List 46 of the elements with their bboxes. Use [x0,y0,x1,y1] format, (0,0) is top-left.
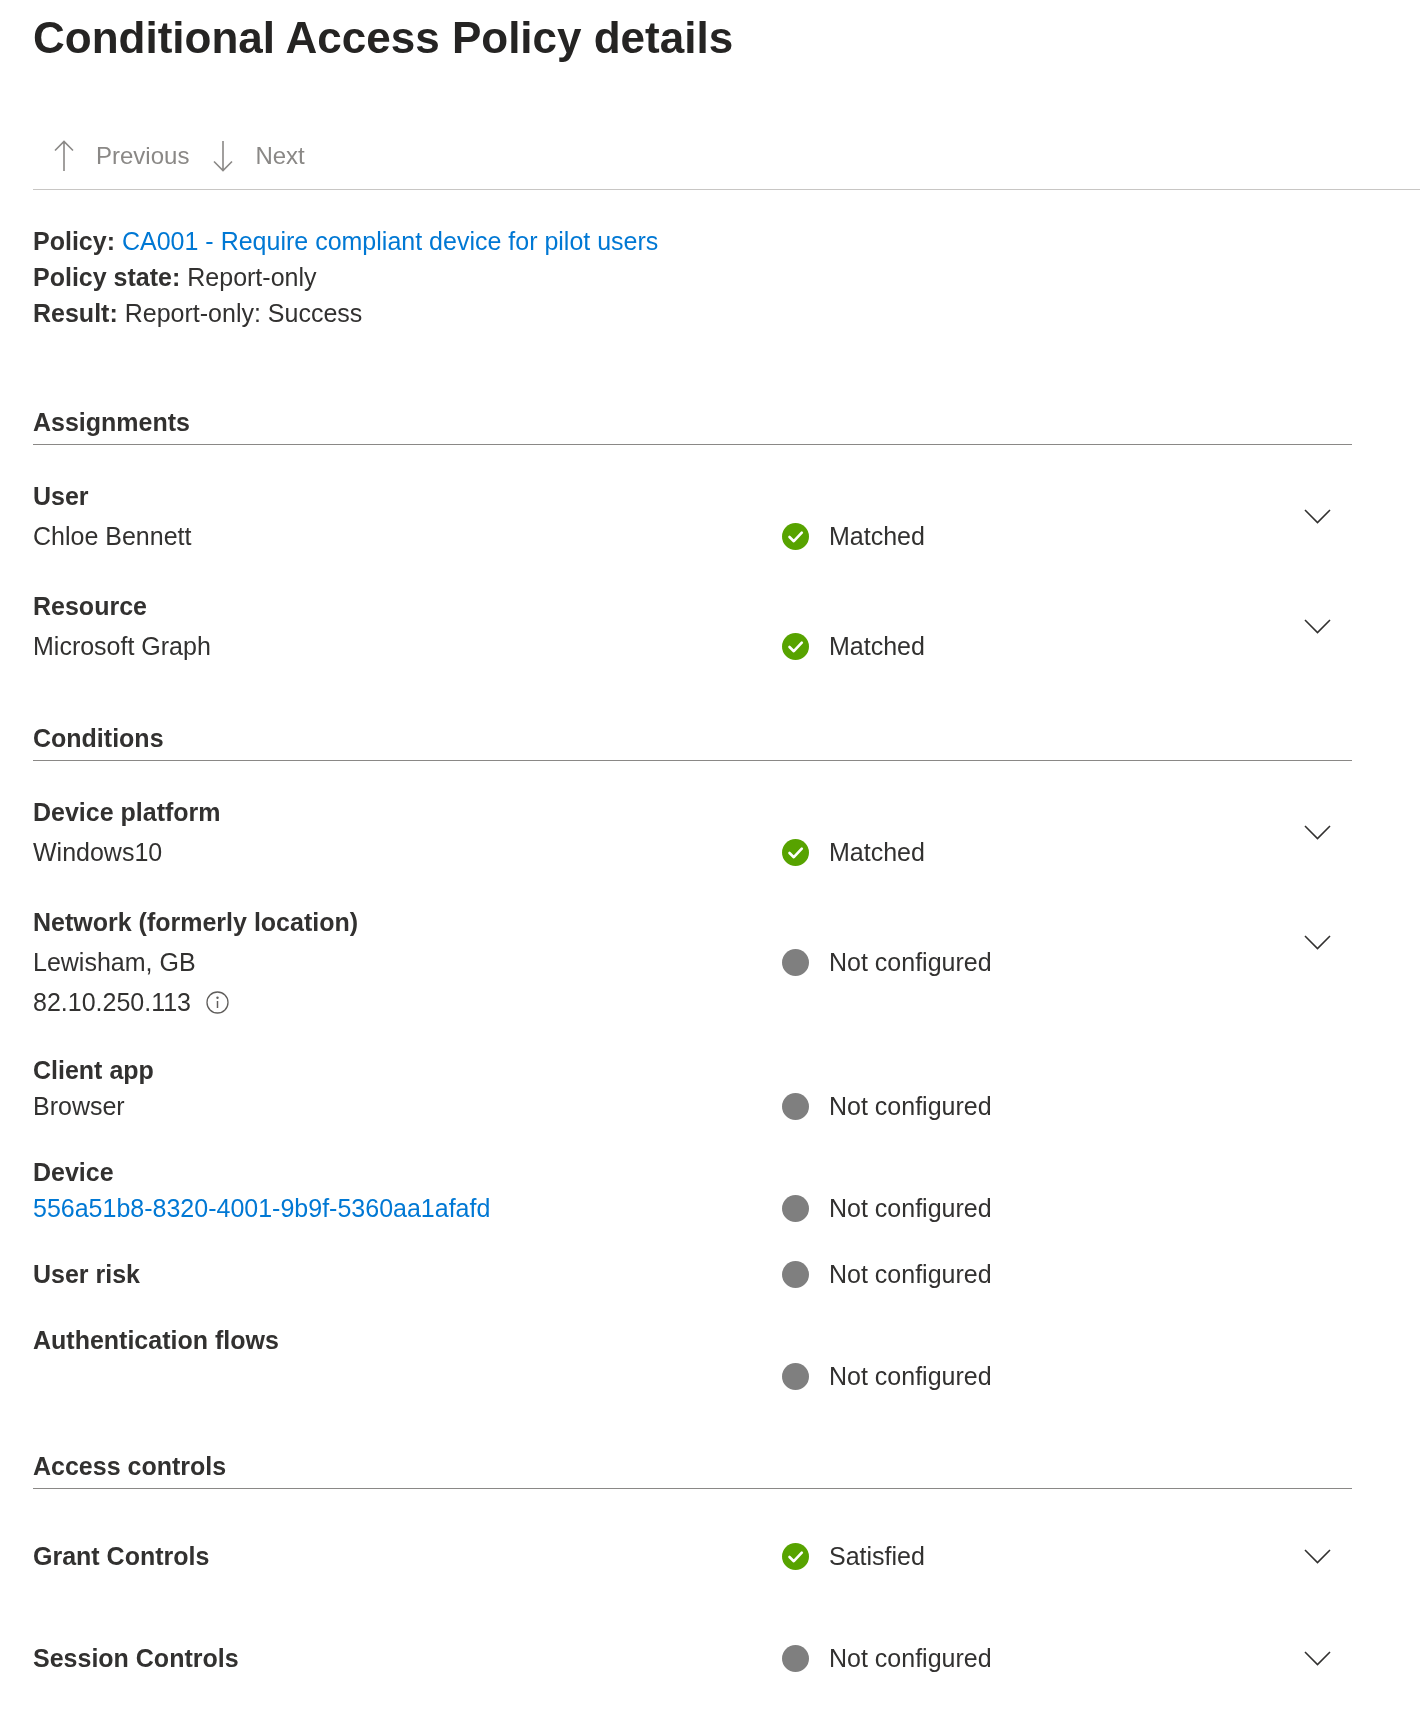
field-value: Chloe Bennett [33,521,192,552]
arrow-up-icon [54,140,74,172]
field-value: Windows10 [33,837,163,868]
field-value: Lewisham, GB [33,947,196,978]
summary-value: Report-only: Success [124,298,363,329]
device-id-link[interactable]: 556a51b8-8320-4001-9b9f-5360aa1afafd [33,1190,491,1226]
field-label: Grant Controls [33,1541,210,1572]
policy-link[interactable]: CA001 - Require compliant device for pilot users [122,223,659,259]
status-text: Not configured [829,1643,992,1674]
info-icon[interactable] [206,990,230,1014]
field-label: Resource [33,591,147,622]
field-label: User risk [33,1259,141,1290]
section-heading: Conditions [33,723,164,754]
field-label: Session Controls [33,1643,239,1674]
field-label: Client app [33,1055,154,1086]
status-text: Not configured [829,1259,992,1290]
page-title: Conditional Access Policy details [33,12,734,64]
status-text: Satisfied [829,1541,925,1572]
chevron-down-icon[interactable] [1304,934,1331,950]
status-text: Matched [829,837,925,868]
chevron-down-icon[interactable] [1304,1650,1331,1666]
field-label: Network (formerly location) [33,907,359,938]
status-text: Not configured [829,947,992,978]
section-heading: Assignments [33,407,190,438]
field-value: 82.10.250.113 [33,987,192,1018]
field-value: Microsoft Graph [33,631,211,662]
arrow-down-icon [213,140,234,172]
field-value: Browser [33,1091,125,1122]
field-label: User [33,481,89,512]
chevron-down-icon[interactable] [1304,618,1331,634]
status-text: Not configured [829,1193,992,1224]
field-label: Authentication flows [33,1325,279,1356]
chevron-down-icon[interactable] [1304,824,1331,840]
summary-label: Policy state: [33,262,181,293]
summary-value: Report-only [187,262,317,293]
chevron-down-icon[interactable] [1304,508,1331,524]
chevron-down-icon[interactable] [1304,1548,1331,1564]
status-text: Not configured [829,1091,992,1122]
summary-label: Result: [33,298,118,329]
summary-label: Policy: [33,226,115,257]
status-text: Matched [829,631,925,662]
field-label: Device platform [33,797,221,828]
field-label: Device [33,1157,114,1188]
status-text: Not configured [829,1361,992,1392]
status-text: Matched [829,521,925,552]
section-heading: Access controls [33,1451,227,1482]
